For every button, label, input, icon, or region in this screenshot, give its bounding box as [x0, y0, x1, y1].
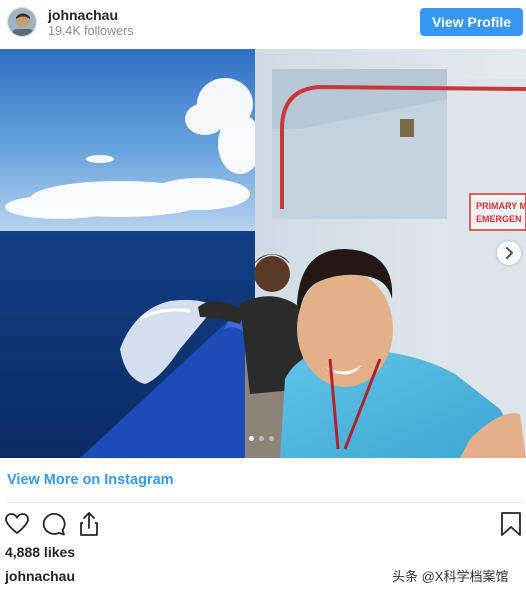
comment-icon [42, 513, 66, 536]
carousel-next-button[interactable] [497, 241, 521, 265]
like-count[interactable]: 4,888 likes [5, 544, 75, 560]
avatar-image [8, 8, 36, 36]
watermark-text: 头条 @X科学档案馆 [392, 569, 509, 584]
avatar[interactable] [7, 7, 37, 37]
carousel-dot [269, 436, 274, 441]
share-icon [80, 512, 98, 536]
post-photo[interactable]: PRIMARY M EMERGEN [0, 49, 526, 458]
save-button[interactable] [497, 510, 525, 538]
view-more-link[interactable]: View More on Instagram [7, 472, 174, 488]
username[interactable]: johnachau [48, 7, 118, 23]
heart-icon [5, 513, 29, 534]
carousel-dot [249, 436, 254, 441]
view-profile-button[interactable]: View Profile [420, 8, 523, 36]
like-button[interactable] [3, 510, 31, 538]
bookmark-icon [501, 512, 521, 536]
comment-button[interactable] [39, 510, 67, 538]
sign-line-2: EMERGEN [476, 214, 522, 224]
carousel-dot [259, 436, 264, 441]
carousel-indicator [249, 436, 279, 442]
post-image: PRIMARY M EMERGEN [0, 49, 526, 458]
follower-count: 19.4K followers [48, 24, 134, 38]
caption-username[interactable]: johnachau [5, 568, 75, 584]
chevron-right-icon [506, 247, 513, 259]
post-header: johnachau 19.4K followers View Profile [0, 0, 526, 48]
divider [5, 502, 523, 503]
share-button[interactable] [75, 510, 103, 538]
sign-line-1: PRIMARY M [476, 201, 526, 211]
